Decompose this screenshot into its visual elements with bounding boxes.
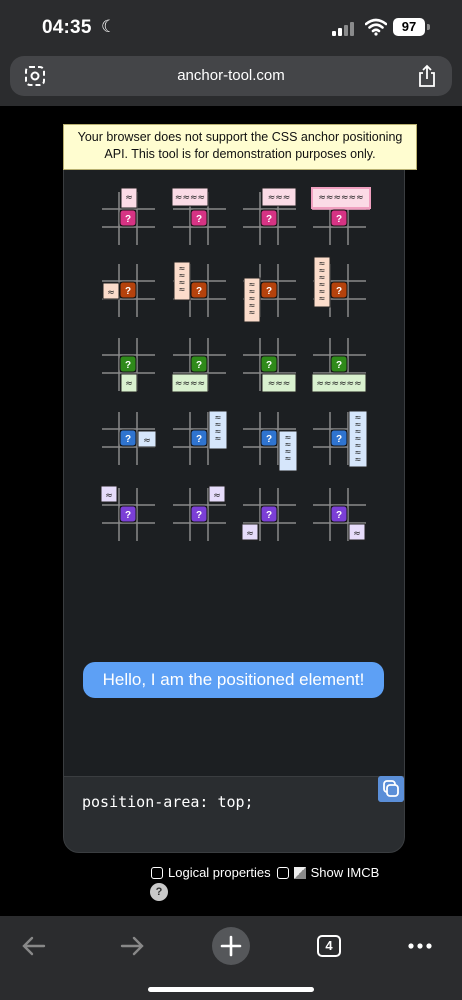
anchor-label: ? bbox=[125, 214, 131, 225]
more-menu-icon[interactable] bbox=[400, 926, 440, 966]
anchor-label: ? bbox=[125, 434, 131, 445]
copy-icon[interactable] bbox=[378, 776, 404, 802]
code-text: position-area: top; bbox=[82, 793, 254, 811]
squiggle-text: ≈ bbox=[107, 288, 115, 298]
anchor-label: ? bbox=[125, 510, 131, 521]
code-output: position-area: top; bbox=[63, 776, 405, 853]
anchor-label: ? bbox=[125, 360, 131, 371]
tab-count: 4 bbox=[317, 935, 341, 957]
squiggle-text: ≈ bbox=[319, 294, 326, 303]
squiggle-text: ≈ bbox=[353, 529, 361, 539]
status-bar: 04:35 ☾ 97 bbox=[0, 0, 462, 54]
moon-icon: ☾ bbox=[101, 17, 117, 36]
squiggle-text: ≈≈≈≈ bbox=[175, 193, 205, 203]
positioned-element: Hello, I am the positioned element! bbox=[83, 662, 384, 698]
battery-icon: 97 bbox=[393, 18, 425, 36]
unsupported-warning: Your browser does not support the CSS an… bbox=[63, 124, 417, 170]
squiggle-text: ≈ bbox=[125, 193, 133, 203]
new-tab-icon[interactable] bbox=[211, 926, 251, 966]
battery-tip bbox=[427, 24, 430, 30]
anchor-label: ? bbox=[266, 434, 272, 445]
anchor-label: ? bbox=[196, 510, 202, 521]
squiggle-text: ≈≈≈ bbox=[268, 379, 291, 389]
squiggle-text: ≈ bbox=[213, 491, 221, 501]
anchor-label: ? bbox=[125, 286, 131, 297]
squiggle-text: ≈≈≈≈ bbox=[175, 379, 205, 389]
squiggle-text: ≈ bbox=[355, 455, 362, 464]
squiggle-text: ≈ bbox=[125, 379, 133, 389]
home-indicator bbox=[148, 987, 314, 992]
anchor-label: ? bbox=[336, 214, 342, 225]
anchor-label: ? bbox=[336, 360, 342, 371]
clock: 04:35 bbox=[42, 17, 92, 38]
position-grid-svg: ≈?≈≈≈≈?≈≈≈?≈≈≈≈≈≈?≈ ?≈≈≈≈ ?≈≈≈≈≈?≈≈≈≈≈≈?≈?… bbox=[100, 187, 371, 541]
squiggle-text: ≈ bbox=[285, 454, 292, 463]
position-area-grid: ≈? ≈≈≈≈? ≈≈≈? ≈≈≈≈≈≈? ≈? ≈ ≈ ≈ ≈? ≈ ≈ ≈ ≈ ≈? ≈ ≈ ≈ ≈ ≈ ≈? ≈?… bbox=[64, 170, 406, 550]
anchor-label: ? bbox=[266, 214, 272, 225]
back-arrow-icon[interactable] bbox=[14, 926, 54, 966]
wifi-icon bbox=[365, 18, 387, 36]
anchor-label: ? bbox=[196, 214, 202, 225]
imcb-image-icon bbox=[293, 866, 306, 879]
squiggle-text: ≈ bbox=[215, 434, 222, 443]
tabs-button[interactable]: 4 bbox=[309, 926, 349, 966]
forward-arrow-icon[interactable] bbox=[112, 926, 152, 966]
squiggle-text: ≈ bbox=[105, 491, 113, 501]
squiggle-text: ≈≈≈≈≈≈ bbox=[318, 193, 363, 203]
cellular-signal-icon bbox=[332, 22, 354, 36]
squiggle-text: ≈ bbox=[143, 436, 151, 446]
anchor-label: ? bbox=[266, 286, 272, 297]
options-row: Logical properties Show IMCB bbox=[151, 865, 379, 880]
logical-properties-checkbox[interactable] bbox=[151, 866, 163, 879]
squiggle-text: ≈≈≈≈≈≈ bbox=[316, 379, 361, 389]
anchor-label: ? bbox=[266, 510, 272, 521]
squiggle-text: ≈ bbox=[179, 285, 186, 294]
share-icon[interactable] bbox=[416, 64, 438, 88]
browser-toolbar: anchor-tool.com bbox=[0, 54, 462, 106]
anchor-label: ? bbox=[196, 286, 202, 297]
show-imcb-checkbox[interactable] bbox=[276, 866, 289, 879]
help-button[interactable]: ? bbox=[150, 883, 168, 901]
anchor-label: ? bbox=[196, 434, 202, 445]
url-text: anchor-tool.com bbox=[177, 67, 285, 84]
anchor-label: ? bbox=[266, 360, 272, 371]
anchor-label: ? bbox=[196, 360, 202, 371]
anchor-label: ? bbox=[336, 510, 342, 521]
squiggle-text: ≈ bbox=[246, 529, 254, 539]
squiggle-text: ≈ bbox=[249, 308, 256, 317]
anchor-label: ? bbox=[336, 434, 342, 445]
address-bar[interactable]: anchor-tool.com bbox=[10, 56, 452, 96]
show-imcb-label: Show IMCB bbox=[310, 865, 380, 880]
logical-properties-label: Logical properties bbox=[168, 865, 271, 880]
anchor-label: ? bbox=[336, 286, 342, 297]
squiggle-text: ≈≈≈ bbox=[268, 193, 291, 203]
